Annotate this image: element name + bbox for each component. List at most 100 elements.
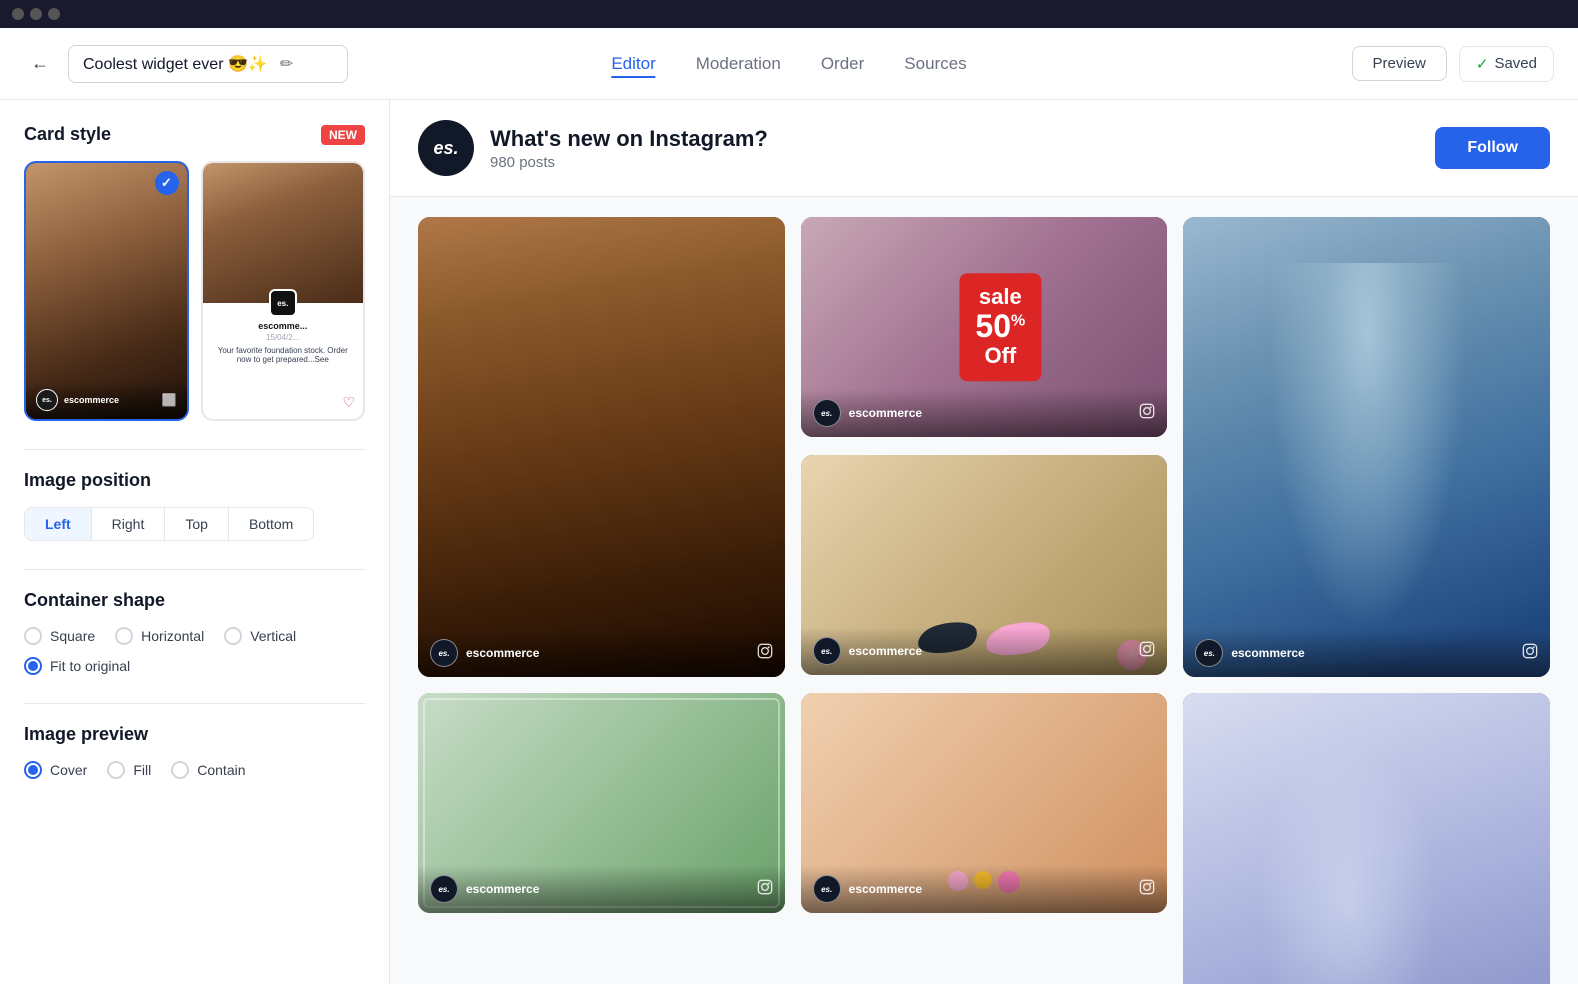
post-4-avatar: es. [813, 637, 841, 665]
post-6-overlay: es. escommerce [801, 865, 1168, 913]
saved-label: Saved [1494, 55, 1537, 72]
image-preview-group: Cover Fill Contain [24, 761, 365, 779]
saved-button[interactable]: ✓ Saved [1459, 46, 1554, 82]
titlebar [0, 0, 1578, 28]
post-4-overlay: es. escommerce [801, 627, 1168, 675]
card-avatar: es. [36, 389, 58, 411]
post-5-overlay: es. escommerce [418, 865, 785, 913]
image-preview-section: Image preview Cover Fill Contain [24, 724, 365, 779]
widget-header-sub: 980 posts [490, 154, 1419, 171]
post-6-avatar: es. [813, 875, 841, 903]
container-shape-section: Container shape Square Horizontal Vertic… [24, 590, 365, 675]
post-2-ig-icon [1139, 403, 1155, 423]
posts-grid: es. escommerce sale50%Off es. escommerce [390, 197, 1578, 984]
card-ig-icon: ⬜ [162, 393, 177, 407]
post-2-username: escommerce [849, 406, 922, 420]
post-card-5[interactable]: es. escommerce [418, 693, 785, 913]
label-vertical: Vertical [250, 628, 296, 644]
card-style-2-name: escomme... [211, 321, 356, 331]
radio-contain[interactable] [171, 761, 189, 779]
post-1-ig-icon [757, 643, 773, 663]
label-horizontal: Horizontal [141, 628, 204, 644]
tab-sources[interactable]: Sources [904, 50, 966, 78]
card-style-section: Card style NEW ✓ es. escommerce ⬜ [24, 124, 365, 421]
post-5-avatar: es. [430, 875, 458, 903]
card-style-1-bar: es. escommerce ⬜ [26, 381, 187, 419]
post-3-username: escommerce [1231, 646, 1304, 660]
label-fill: Fill [133, 762, 151, 778]
post-4-username: escommerce [849, 644, 922, 658]
image-position-title: Image position [24, 470, 365, 491]
card-styles-container: ✓ es. escommerce ⬜ es. escomme... 15/04/… [24, 161, 365, 421]
card-style-2[interactable]: es. escomme... 15/04/2... Your favorite … [201, 161, 366, 421]
tab-moderation[interactable]: Moderation [696, 50, 781, 78]
new-badge: NEW [321, 125, 365, 145]
pos-tab-left[interactable]: Left [25, 508, 92, 540]
label-contain: Contain [197, 762, 245, 778]
post-card-2[interactable]: sale50%Off es. escommerce [801, 217, 1168, 437]
radio-cover[interactable] [24, 761, 42, 779]
shape-horizontal[interactable]: Horizontal [115, 627, 204, 645]
divider-2 [24, 569, 365, 570]
tab-editor[interactable]: Editor [611, 50, 655, 78]
titlebar-dot-2 [30, 8, 42, 20]
card-style-2-image: es. [203, 163, 364, 303]
post-card-7[interactable]: es. escommerce [1183, 693, 1550, 984]
radio-square[interactable] [24, 627, 42, 645]
position-tabs: Left Right Top Bottom [24, 507, 314, 541]
back-button[interactable]: ← [24, 48, 56, 80]
shape-fit-original[interactable]: Fit to original [24, 657, 130, 675]
widget-header: es. What's new on Instagram? 980 posts F… [390, 100, 1578, 197]
post-5-ig-icon [757, 879, 773, 899]
label-square: Square [50, 628, 95, 644]
card-style-1[interactable]: ✓ es. escommerce ⬜ [24, 161, 189, 421]
card-username: escommerce [64, 395, 119, 405]
follow-button[interactable]: Follow [1435, 127, 1550, 169]
widget-header-title: What's new on Instagram? [490, 126, 1419, 152]
post-3-image [1183, 217, 1550, 677]
radio-fit-original[interactable] [24, 657, 42, 675]
post-1-bg [418, 217, 785, 677]
container-shape-group: Square Horizontal Vertical Fit to origin… [24, 627, 365, 675]
widget-header-text: What's new on Instagram? 980 posts [490, 126, 1419, 171]
pos-tab-bottom[interactable]: Bottom [229, 508, 313, 540]
sale-badge: sale50%Off [959, 273, 1041, 381]
pos-tab-right[interactable]: Right [92, 508, 166, 540]
brand-avatar: es. [418, 120, 474, 176]
post-6-ig-icon [1139, 879, 1155, 899]
shape-vertical[interactable]: Vertical [224, 627, 296, 645]
card-style-title: Card style NEW [24, 124, 365, 145]
label-fit-original: Fit to original [50, 658, 130, 674]
preview-contain[interactable]: Contain [171, 761, 245, 779]
card-style-2-text: Your favorite foundation stock. Order no… [211, 346, 356, 364]
radio-fill[interactable] [107, 761, 125, 779]
preview-fill[interactable]: Fill [107, 761, 151, 779]
post-card-4[interactable]: es. escommerce [801, 455, 1168, 675]
radio-vertical[interactable] [224, 627, 242, 645]
preview-button[interactable]: Preview [1352, 46, 1447, 81]
card-style-2-date: 15/04/2... [211, 333, 356, 342]
post-7-image [1183, 693, 1550, 984]
shape-square[interactable]: Square [24, 627, 95, 645]
pencil-icon[interactable]: ✏ [280, 54, 293, 74]
label-cover: Cover [50, 762, 87, 778]
pos-tab-top[interactable]: Top [165, 508, 229, 540]
widget-title-field[interactable]: Coolest widget ever 😎✨ ✏ [68, 45, 348, 83]
post-card-3[interactable]: es. escommerce [1183, 217, 1550, 677]
tab-order[interactable]: Order [821, 50, 864, 78]
post-card-6[interactable]: es. escommerce [801, 693, 1168, 913]
image-position-section: Image position Left Right Top Bottom [24, 470, 365, 541]
topnav-center: Editor Moderation Order Sources [611, 50, 966, 78]
card-style-1-check: ✓ [155, 171, 179, 195]
post-3-overlay: es. escommerce [1183, 629, 1550, 677]
topnav-right: Preview ✓ Saved [1352, 46, 1554, 82]
widget-title-text: Coolest widget ever 😎✨ [83, 54, 268, 74]
post-1-overlay: es. escommerce [418, 629, 785, 677]
post-1-avatar: es. [430, 639, 458, 667]
preview-cover[interactable]: Cover [24, 761, 87, 779]
radio-horizontal[interactable] [115, 627, 133, 645]
post-card-1[interactable]: es. escommerce [418, 217, 785, 677]
left-panel: Card style NEW ✓ es. escommerce ⬜ [0, 100, 390, 984]
post-4-ig-icon [1139, 641, 1155, 661]
topnav: ← Coolest widget ever 😎✨ ✏ Editor Modera… [0, 28, 1578, 100]
